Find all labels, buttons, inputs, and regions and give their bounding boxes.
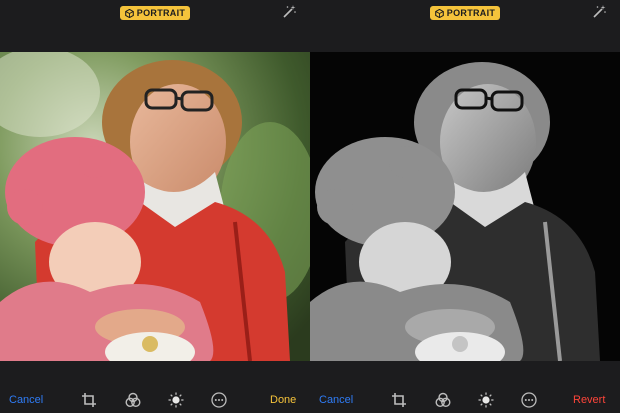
portrait-mode-button[interactable]: PORTRAIT [430,6,500,20]
filters-icon[interactable] [125,392,141,408]
more-options-icon[interactable] [211,392,227,408]
editor-pane-black-and-white: PORTRAIT Cancel Revert [310,0,620,413]
adjust-dial-icon[interactable] [168,392,184,408]
magic-wand-icon[interactable] [591,4,607,20]
more-options-icon[interactable] [521,392,537,408]
portrait-mode-label: PORTRAIT [446,8,496,18]
filters-icon[interactable] [435,392,451,408]
portrait-mode-button[interactable]: PORTRAIT [120,6,190,20]
crop-icon[interactable] [391,392,407,408]
portrait-mode-label: PORTRAIT [136,8,186,18]
bottom-toolbar: Cancel [310,388,620,413]
editor-pane-color: PORTRAIT Cancel Done [0,0,310,413]
cube-icon [434,8,444,18]
revert-button[interactable]: Revert [573,394,605,406]
cancel-button[interactable]: Cancel [9,394,43,406]
cube-icon [124,8,134,18]
bottom-toolbar: Cancel [0,388,310,413]
adjust-dial-icon[interactable] [478,392,494,408]
photo-editor-comparison: PORTRAIT Cancel Done PORTRAIT Cancel Rev… [0,0,620,413]
cancel-button[interactable]: Cancel [319,394,353,406]
portrait-photo-color [0,52,310,361]
top-toolbar: PORTRAIT [0,0,310,52]
portrait-photo-black-and-white [310,52,620,361]
crop-icon[interactable] [81,392,97,408]
magic-wand-icon[interactable] [281,4,297,20]
done-button[interactable]: Done [270,394,296,406]
top-toolbar: PORTRAIT [310,0,620,52]
